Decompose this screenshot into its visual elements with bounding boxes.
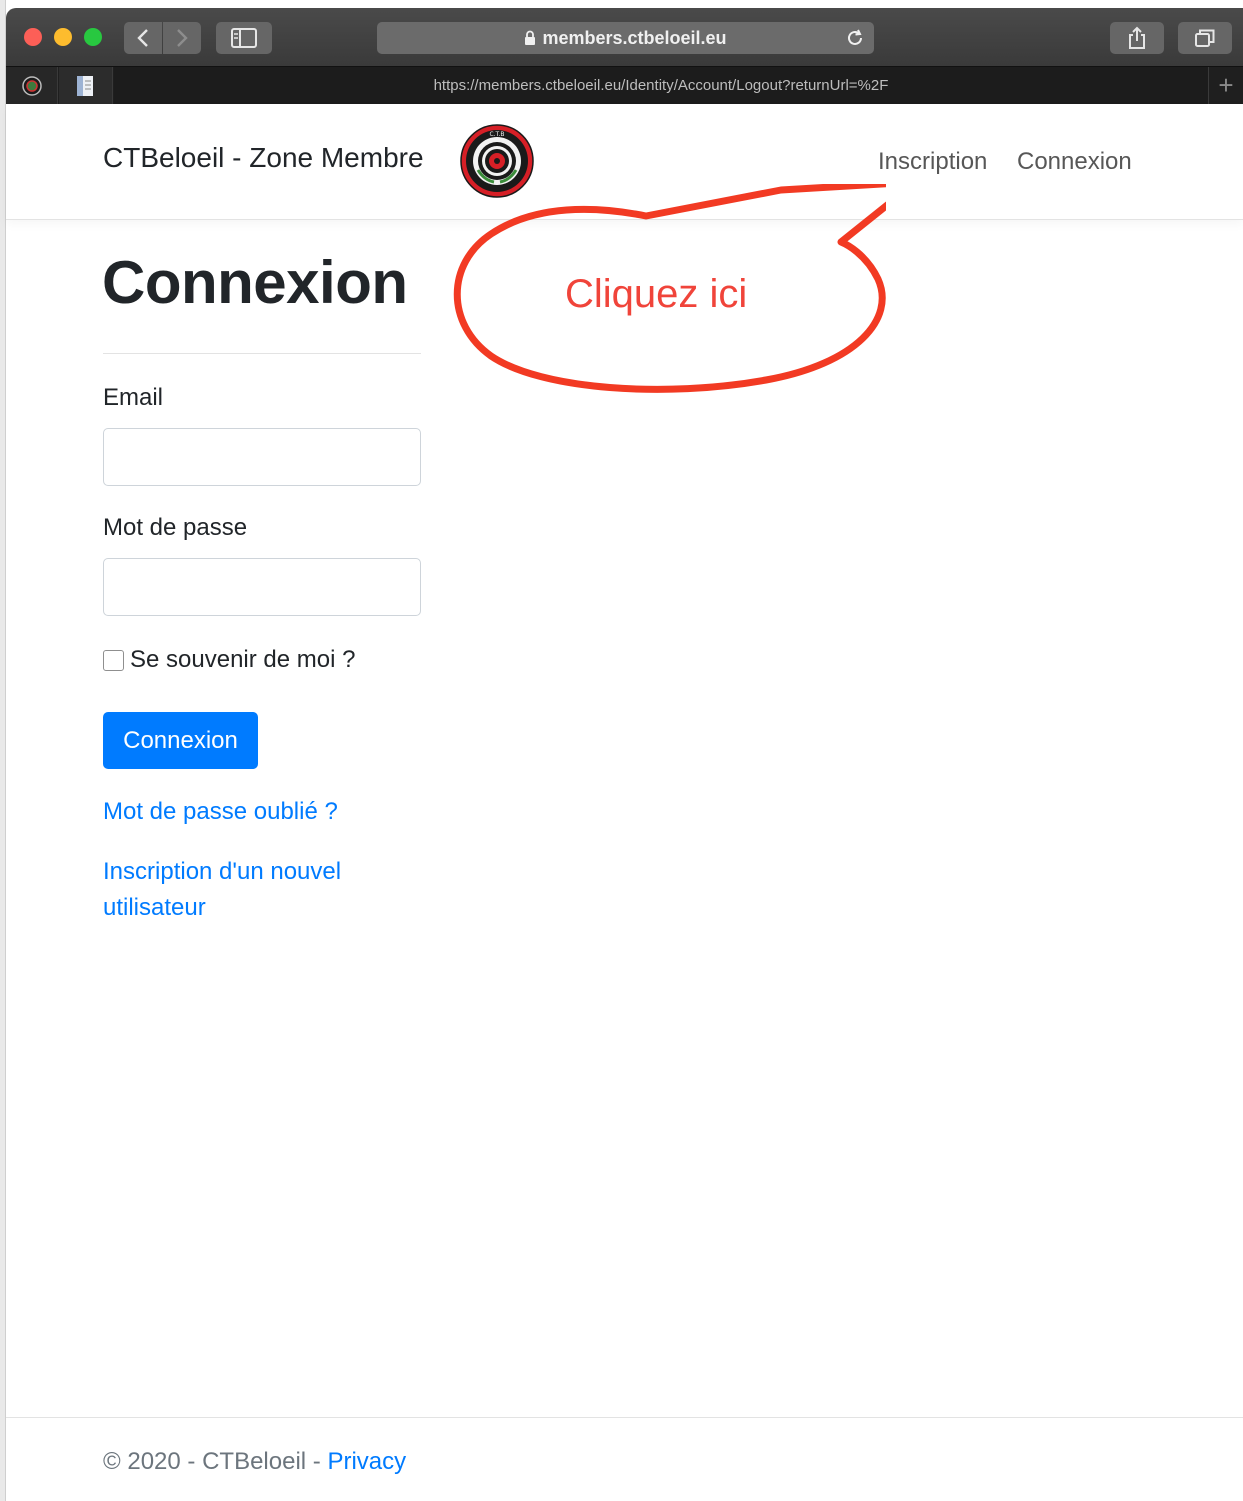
page: CTBeloeil - Zone Membre C.T.B Inscriptio… — [6, 104, 1243, 1501]
sidebar-icon — [231, 28, 257, 48]
email-label: Email — [103, 384, 164, 411]
browser-titlebar: members.ctbeloeil.eu — [6, 8, 1243, 66]
address-text: members.ctbeloeil.eu — [542, 27, 727, 48]
chevron-right-icon — [177, 29, 188, 47]
chevron-left-icon — [137, 29, 148, 47]
heading-divider — [103, 353, 421, 354]
fullscreen-window-icon[interactable] — [84, 28, 102, 46]
password-input[interactable] — [103, 558, 421, 616]
brand-link[interactable]: CTBeloeil - Zone Membre — [103, 142, 424, 174]
register-new-user-link[interactable]: Inscription d'un nouvel utilisateur — [103, 854, 403, 926]
login-submit-button[interactable]: Connexion — [103, 712, 258, 769]
page-title: Connexion — [102, 249, 408, 316]
email-input[interactable] — [103, 428, 421, 486]
plus-icon: + — [1218, 70, 1234, 100]
show-tabs-button[interactable] — [1178, 22, 1232, 54]
share-button[interactable] — [1110, 22, 1164, 54]
tabs-overview-icon — [1195, 29, 1215, 47]
target-favicon-icon — [21, 75, 42, 96]
minimize-window-icon[interactable] — [54, 28, 72, 46]
footer-text: © 2020 - CTBeloeil - Privacy — [103, 1448, 406, 1476]
new-tab-button[interactable]: + — [1209, 67, 1243, 104]
tab-favicon-2[interactable] — [59, 67, 113, 104]
forward-button[interactable] — [163, 22, 201, 54]
tab-title: https://members.ctbeloeil.eu/Identity/Ac… — [433, 77, 889, 94]
remember-me-label[interactable]: Se souvenir de moi ? — [130, 646, 355, 674]
tab-favicon-1[interactable] — [6, 67, 58, 104]
browser-tabbar: https://members.ctbeloeil.eu/Identity/Ac… — [6, 66, 1243, 104]
site-footer: © 2020 - CTBeloeil - Privacy — [6, 1417, 1243, 1501]
annotation-text: Cliquez ici — [565, 272, 748, 316]
nav-inscription-link[interactable]: Inscription — [878, 148, 987, 176]
reload-icon[interactable] — [844, 27, 866, 49]
nav-connexion-link[interactable]: Connexion — [1017, 148, 1132, 176]
document-favicon-icon — [76, 75, 93, 96]
remember-me-row: Se souvenir de moi ? — [103, 646, 355, 674]
sidebar-toggle-button[interactable] — [216, 22, 272, 54]
privacy-link[interactable]: Privacy — [327, 1448, 406, 1475]
tab-active[interactable]: https://members.ctbeloeil.eu/Identity/Ac… — [114, 67, 1209, 104]
footer-copyright: © 2020 - CTBeloeil - — [103, 1448, 328, 1475]
password-label: Mot de passe — [103, 514, 248, 541]
share-icon — [1129, 26, 1145, 49]
svg-text:C.T.B: C.T.B — [489, 131, 504, 138]
remember-me-checkbox[interactable] — [103, 649, 124, 671]
forgot-password-link[interactable]: Mot de passe oublié ? — [103, 794, 338, 830]
back-button[interactable] — [124, 22, 162, 54]
address-bar[interactable]: members.ctbeloeil.eu — [377, 22, 874, 54]
lock-icon — [525, 30, 536, 45]
close-window-icon[interactable] — [24, 28, 42, 46]
